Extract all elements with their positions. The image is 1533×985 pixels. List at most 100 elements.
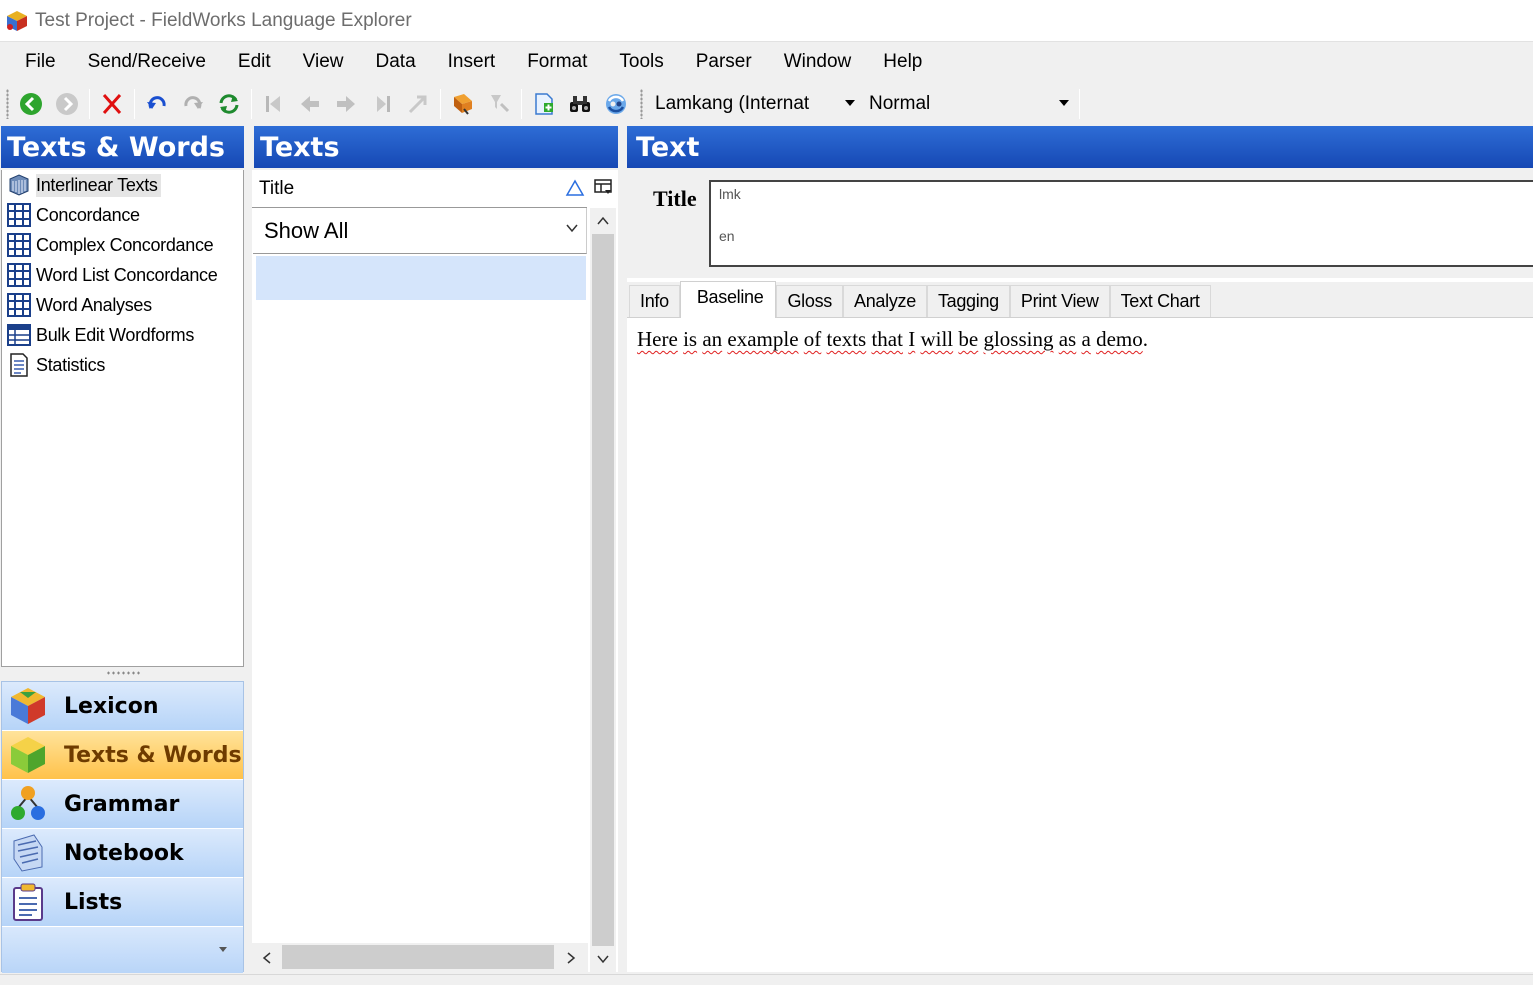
tab-tagging[interactable]: Tagging <box>926 285 1010 317</box>
word-list-concordance-icon <box>6 262 32 288</box>
tab-gloss[interactable]: Gloss <box>776 285 843 317</box>
column-header-label: Title <box>259 177 295 199</box>
tab-text-chart[interactable]: Text Chart <box>1109 285 1211 317</box>
splitter-grip[interactable] <box>106 670 140 676</box>
baseline-punctuation: . <box>1142 327 1148 351</box>
chevron-down-icon[interactable] <box>566 222 578 234</box>
tool-item-concordance[interactable]: Concordance <box>2 200 243 230</box>
title-bar: Test Project - FieldWorks Language Explo… <box>0 0 1533 42</box>
statistics-icon <box>6 352 32 378</box>
scroll-right-icon[interactable] <box>560 947 582 969</box>
concordance-icon <box>6 202 32 228</box>
find-button[interactable] <box>562 87 598 121</box>
menu-insert[interactable]: Insert <box>432 47 512 77</box>
tab-analyze[interactable]: Analyze <box>843 285 927 317</box>
baseline-word: as <box>1058 327 1077 351</box>
vertical-scrollbar[interactable] <box>590 208 616 972</box>
tool-item-word-analyses[interactable]: Word Analyses <box>2 290 243 320</box>
delete-button[interactable] <box>94 87 130 121</box>
area-label: Texts & Words <box>64 742 242 768</box>
menu-format[interactable]: Format <box>511 47 603 77</box>
tool-item-word-list-concordance[interactable]: Word List Concordance <box>2 260 243 290</box>
menu-edit[interactable]: Edit <box>222 47 287 77</box>
insert-text-button[interactable] <box>526 87 562 121</box>
area-button-lexicon[interactable]: Lexicon <box>2 682 243 731</box>
tool-item-complex-concordance[interactable]: Complex Concordance <box>2 230 243 260</box>
next-record-button[interactable] <box>328 87 364 121</box>
writing-system-combo[interactable]: Lamkang (Internat <box>647 87 861 121</box>
tool-item-label: Statistics <box>36 354 106 375</box>
notebook-icon <box>6 831 50 875</box>
area-button-lists[interactable]: Lists <box>2 878 243 927</box>
vertical-scroll-thumb[interactable] <box>592 234 614 946</box>
tab-info[interactable]: Info <box>629 285 680 317</box>
send-receive-button[interactable] <box>598 87 634 121</box>
right-pane-header: Text <box>627 126 1533 168</box>
sort-ascending-icon[interactable] <box>565 179 585 197</box>
previous-record-button[interactable] <box>292 87 328 121</box>
menu-window[interactable]: Window <box>768 47 868 77</box>
filter-dropdown[interactable]: Show All <box>253 208 587 254</box>
menu-view[interactable]: View <box>287 47 360 77</box>
tab-print-view[interactable]: Print View <box>1009 285 1110 317</box>
sidebar-options-arrow-icon[interactable] <box>219 947 227 952</box>
word-analyses-icon <box>6 292 32 318</box>
texts-words-icon <box>6 733 50 777</box>
area-button-grammar[interactable]: Grammar <box>2 780 243 829</box>
baseline-text[interactable]: Here is an example of texts that I will … <box>637 327 1148 352</box>
writing-system-abbrev: lmk <box>719 186 741 202</box>
toolbar-grip[interactable] <box>6 89 9 119</box>
status-bar <box>0 974 1533 985</box>
app-icon <box>7 10 27 31</box>
horizontal-scrollbar[interactable] <box>252 943 588 972</box>
menu-help[interactable]: Help <box>867 47 938 77</box>
next-record-icon <box>337 96 355 112</box>
toolbar-grip[interactable] <box>640 89 643 119</box>
undo-button[interactable] <box>139 87 175 121</box>
jump-arrow-icon <box>408 95 427 114</box>
dropdown-arrow-icon[interactable] <box>1059 100 1069 106</box>
text-pane: Title lmk en Info Baseline Gloss Analyze… <box>627 170 1533 972</box>
back-button[interactable] <box>13 87 49 121</box>
tool-item-label: Interlinear Texts <box>36 173 161 197</box>
filter-button[interactable] <box>481 87 517 121</box>
scroll-up-icon[interactable] <box>592 210 614 232</box>
title-field-label: Title <box>653 186 697 211</box>
tab-baseline[interactable]: Baseline <box>679 281 777 318</box>
menu-parser[interactable]: Parser <box>680 47 768 77</box>
area-button-texts-words[interactable]: Texts & Words <box>2 731 243 780</box>
tool-item-label: Word Analyses <box>36 294 152 315</box>
interlinear-icon <box>6 172 32 198</box>
menu-tools[interactable]: Tools <box>603 47 679 77</box>
title-field[interactable]: lmk en <box>709 180 1533 267</box>
toolbar: Lamkang (Internat Normal <box>0 82 1533 126</box>
tools-list: Interlinear Texts Concordance Complex Co… <box>1 170 244 667</box>
baseline-word: will <box>920 327 954 351</box>
baseline-word: is <box>683 327 698 351</box>
column-header-title[interactable]: Title <box>252 170 587 208</box>
first-record-button[interactable] <box>256 87 292 121</box>
dropdown-arrow-icon[interactable] <box>845 100 855 106</box>
selected-text-row[interactable] <box>256 256 586 300</box>
style-combo[interactable]: Normal <box>861 87 1075 121</box>
redo-button[interactable] <box>175 87 211 121</box>
menu-file[interactable]: File <box>9 47 72 77</box>
forward-button[interactable] <box>49 87 85 121</box>
jump-button[interactable] <box>400 87 436 121</box>
scroll-left-icon[interactable] <box>256 947 278 969</box>
scroll-down-icon[interactable] <box>592 948 614 970</box>
grammar-icon <box>6 782 50 826</box>
menu-send-receive[interactable]: Send/Receive <box>72 47 222 77</box>
menu-data[interactable]: Data <box>360 47 432 77</box>
tool-item-statistics[interactable]: Statistics <box>2 350 243 380</box>
last-record-button[interactable] <box>364 87 400 121</box>
tool-item-bulk-edit-wordforms[interactable]: Bulk Edit Wordforms <box>2 320 243 350</box>
refresh-button[interactable] <box>211 87 247 121</box>
baseline-word: example <box>727 327 799 351</box>
area-button-notebook[interactable]: Notebook <box>2 829 243 878</box>
tool-item-interlinear-texts[interactable]: Interlinear Texts <box>2 170 243 200</box>
parse-button[interactable] <box>445 87 481 121</box>
horizontal-scroll-thumb[interactable] <box>282 945 554 969</box>
column-chooser-icon[interactable] <box>592 176 614 198</box>
delete-x-icon <box>102 94 122 114</box>
